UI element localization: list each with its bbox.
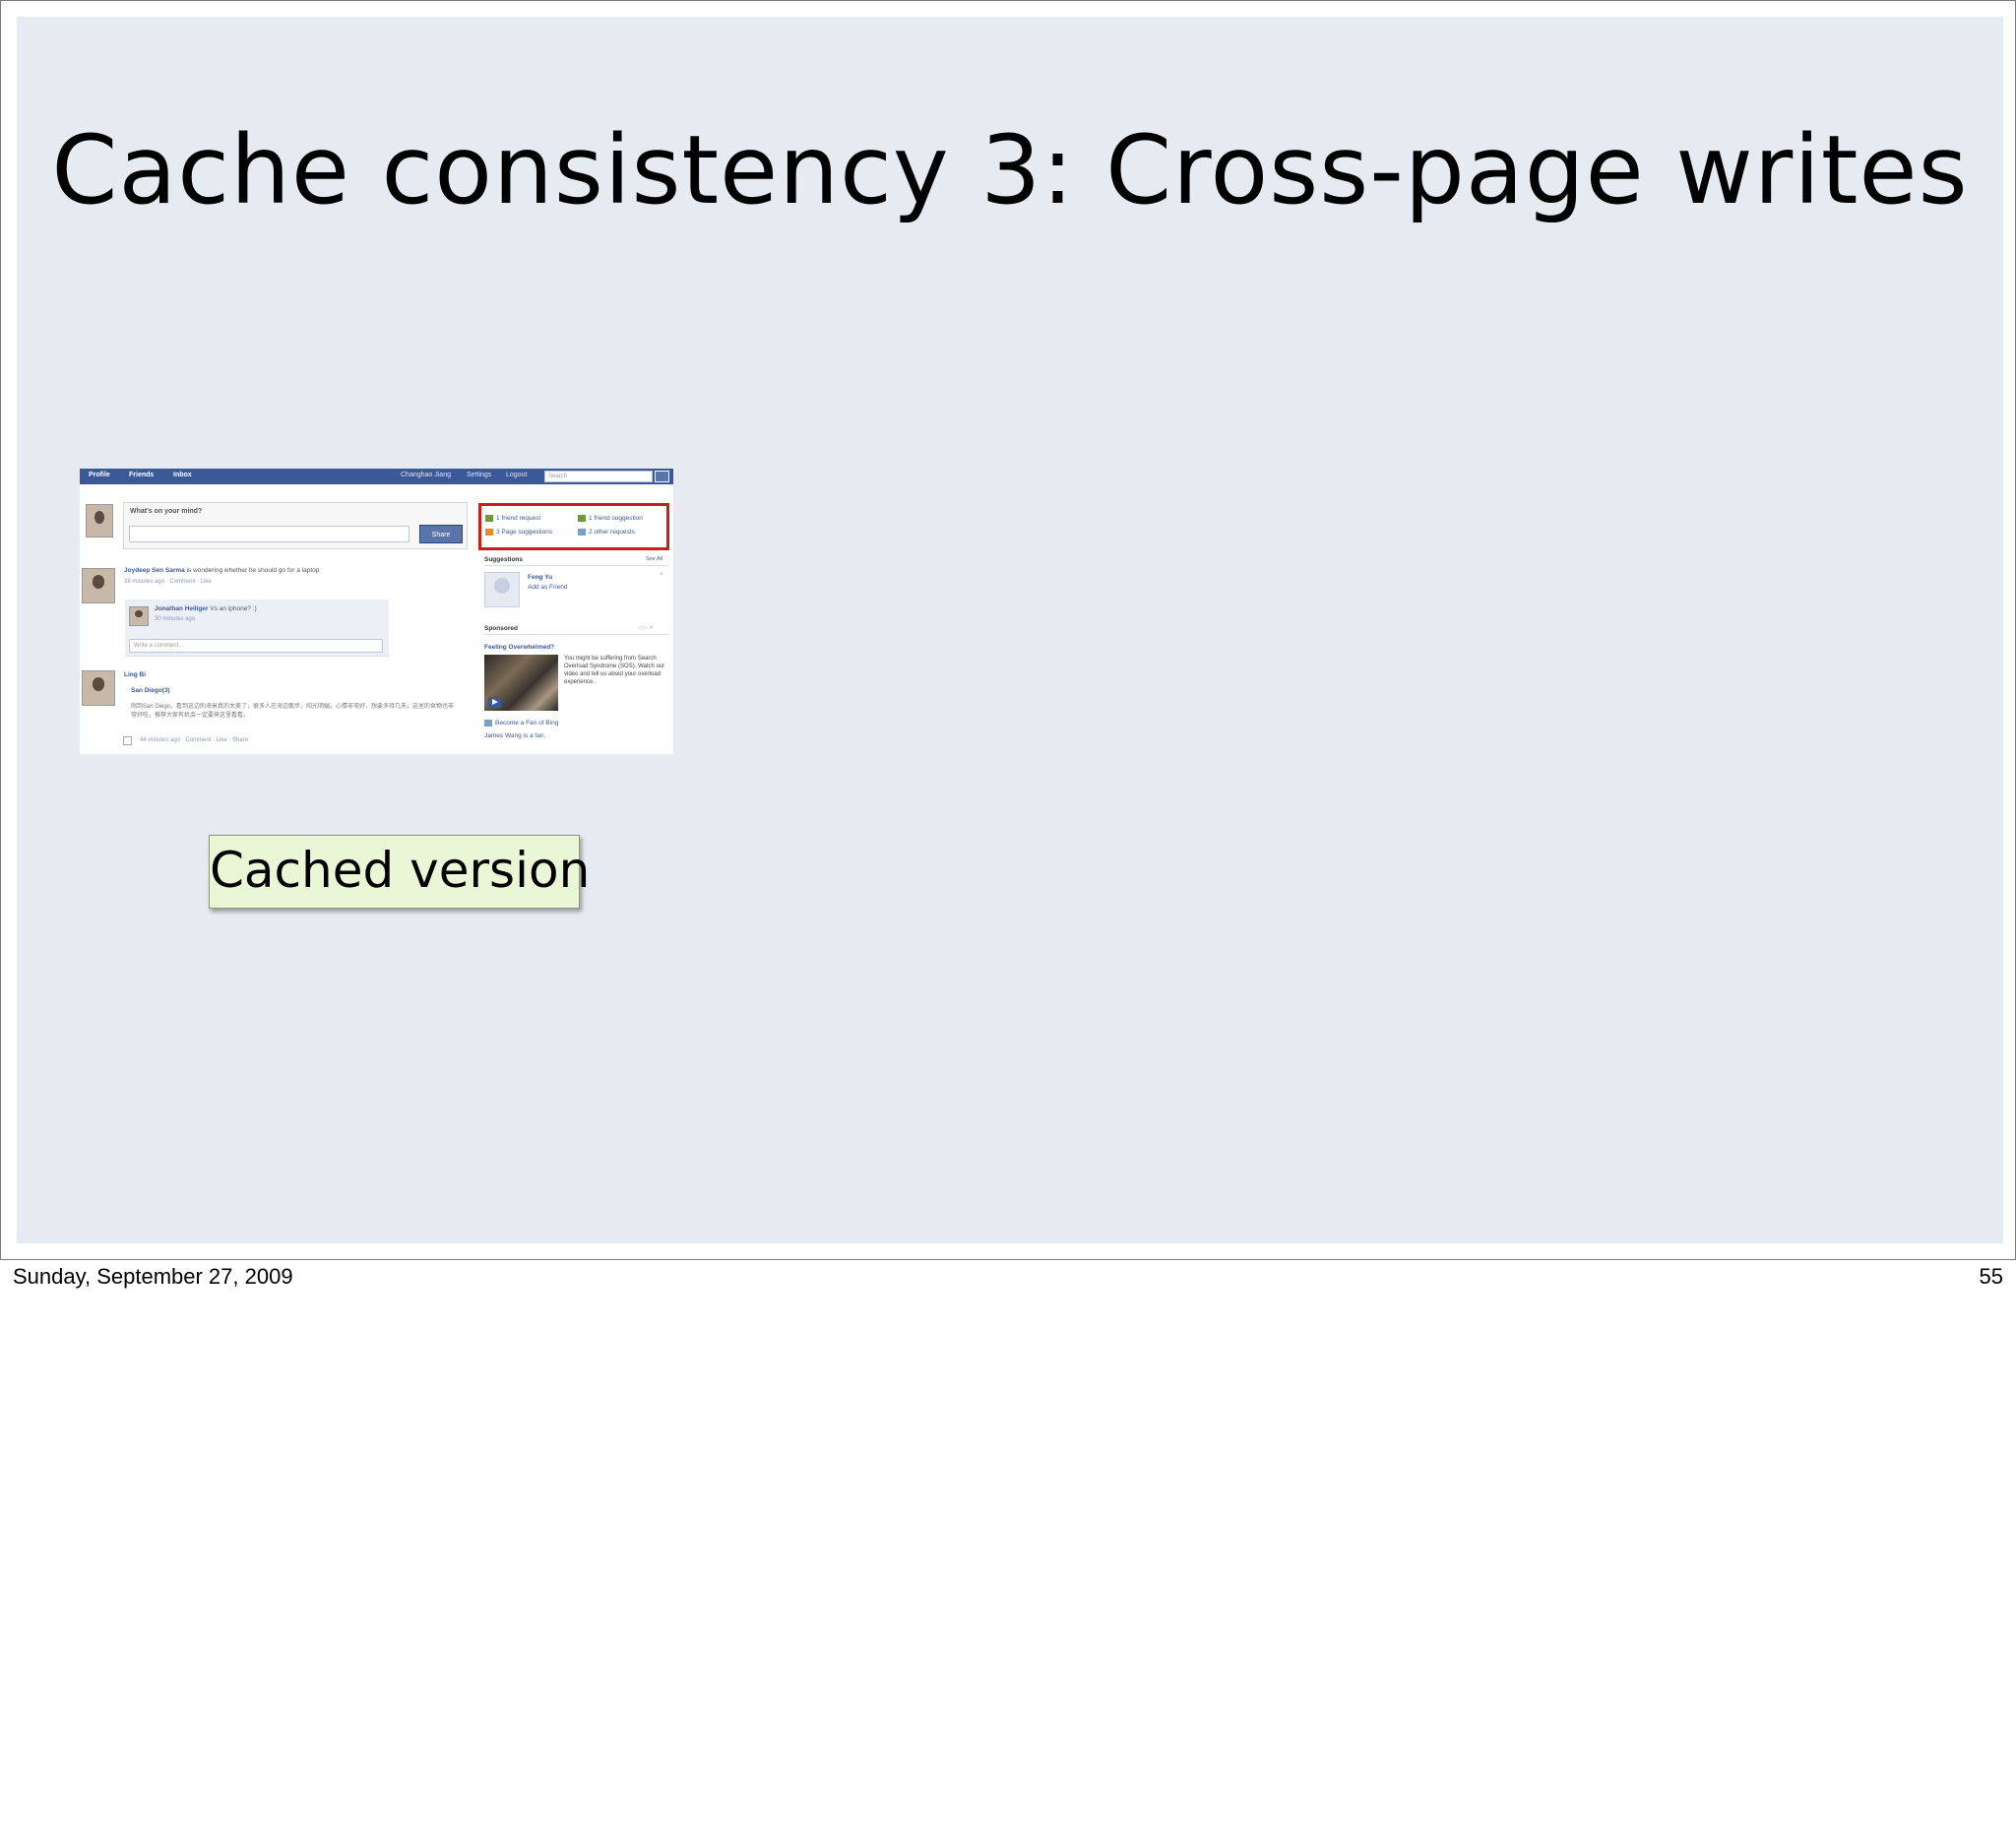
fb-sponsored-heading: Sponsored bbox=[484, 625, 518, 632]
fb-fan-note: James Wang is a fan. bbox=[484, 732, 546, 739]
fb-page-suggestions-link[interactable]: 3 Page suggestions bbox=[485, 529, 552, 536]
fb-suggestions-heading: Suggestions bbox=[484, 556, 524, 563]
fb-comment-text: Vs an iphone? :) bbox=[210, 605, 257, 612]
fb-nav-inbox[interactable]: Inbox bbox=[173, 472, 192, 478]
friend-suggestion-icon bbox=[578, 515, 586, 522]
page-number: 55 bbox=[1979, 1264, 2003, 1289]
fb-post2-place[interactable]: San Diego(3) bbox=[131, 687, 170, 694]
fb-status-input[interactable] bbox=[129, 526, 410, 542]
fb-post1-comments: Jonathan Heiliger Vs an iphone? :) 30 mi… bbox=[125, 600, 389, 657]
fb-ad-title[interactable]: Feeling Overwhelmed? bbox=[484, 644, 554, 651]
fb-comment-meta: 30 minutes ago bbox=[155, 616, 196, 622]
fb-nav-settings[interactable]: Settings bbox=[467, 472, 491, 478]
fb-requests-highlight: 1 friend request 1 friend suggestion 3 P… bbox=[478, 503, 669, 550]
footer-date: Sunday, September 27, 2009 bbox=[13, 1264, 293, 1289]
fb-ad-video-thumbnail[interactable] bbox=[484, 655, 558, 711]
page-suggestion-icon bbox=[485, 529, 493, 536]
fb-post1-avatar bbox=[82, 568, 115, 603]
fb-top-bar: Profile Friends Inbox Changhao Jiang Set… bbox=[80, 469, 673, 484]
friend-request-icon bbox=[485, 515, 493, 522]
fb-suggestion-close-icon[interactable]: × bbox=[660, 571, 663, 578]
fb-nav-user[interactable]: Changhao Jiang bbox=[401, 472, 451, 478]
play-icon[interactable] bbox=[488, 697, 501, 708]
fb-suggestion-name[interactable]: Feng Yu bbox=[528, 574, 552, 581]
fb-post1-author[interactable]: Joydeep Sen Sarma bbox=[124, 567, 185, 574]
fb-suggestions-see-all[interactable]: See All bbox=[646, 556, 662, 562]
fb-ad-controls[interactable]: ◁ ▷ ✕ bbox=[638, 625, 654, 631]
fan-icon bbox=[484, 720, 492, 727]
fb-post2-text: 刚到San Diego，看到这边的海景真的太美了，很多人在海边散步，阳光明媚，心… bbox=[131, 704, 455, 719]
fb-become-fan-link[interactable]: Become a Fan of Bing bbox=[484, 720, 558, 727]
fb-comment-avatar bbox=[129, 606, 149, 626]
slide-title: Cache consistency 3: Cross-page writes bbox=[51, 115, 1969, 225]
fb-composer-prompt: What's on your mind? bbox=[130, 508, 203, 515]
fb-comment-author[interactable]: Jonathan Heiliger bbox=[155, 605, 209, 612]
fb-status-composer: What's on your mind? Share bbox=[123, 502, 468, 549]
fb-ad-text: You might be suffering from Search Overl… bbox=[564, 656, 665, 685]
fb-nav-profile[interactable]: Profile bbox=[89, 472, 110, 478]
fb-other-requests-link[interactable]: 2 other requests bbox=[578, 529, 635, 536]
fb-suggestion-avatar bbox=[484, 572, 520, 607]
fb-post1-text: is wondering whether he should go for a … bbox=[186, 567, 320, 574]
fb-user-avatar bbox=[86, 504, 113, 538]
fb-divider bbox=[484, 565, 669, 566]
fb-post2-meta[interactable]: 44 minutes ago · Comment · Like · Share bbox=[140, 737, 248, 743]
fb-divider bbox=[484, 634, 669, 635]
fb-nav-logout[interactable]: Logout bbox=[506, 472, 527, 478]
cached-version-callout: Cached version bbox=[209, 835, 590, 909]
fb-post2-avatar bbox=[82, 670, 115, 706]
page-frame: Cache consistency 3: Cross-page writes P… bbox=[0, 0, 2016, 1260]
fb-nav-friends[interactable]: Friends bbox=[129, 472, 154, 478]
fb-post2-checkbox[interactable] bbox=[123, 736, 132, 745]
fb-add-friend-link[interactable]: Add as Friend bbox=[528, 584, 567, 591]
other-requests-icon bbox=[578, 529, 586, 536]
fb-share-button[interactable]: Share bbox=[419, 525, 463, 543]
fb-post1-meta[interactable]: 38 minutes ago · Comment · Like bbox=[124, 579, 212, 585]
fb-post2-author[interactable]: Ling Bi bbox=[124, 671, 146, 678]
fb-search-icon[interactable] bbox=[655, 471, 669, 482]
fb-friend-request-link[interactable]: 1 friend request bbox=[485, 515, 540, 522]
fb-write-comment-input[interactable]: Write a comment... bbox=[129, 639, 383, 653]
slide: Cache consistency 3: Cross-page writes P… bbox=[17, 17, 2003, 1243]
facebook-screenshot: Profile Friends Inbox Changhao Jiang Set… bbox=[80, 469, 673, 754]
fb-friend-suggestion-link[interactable]: 1 friend suggestion bbox=[578, 515, 643, 522]
fb-search-input[interactable]: Search bbox=[544, 471, 653, 482]
